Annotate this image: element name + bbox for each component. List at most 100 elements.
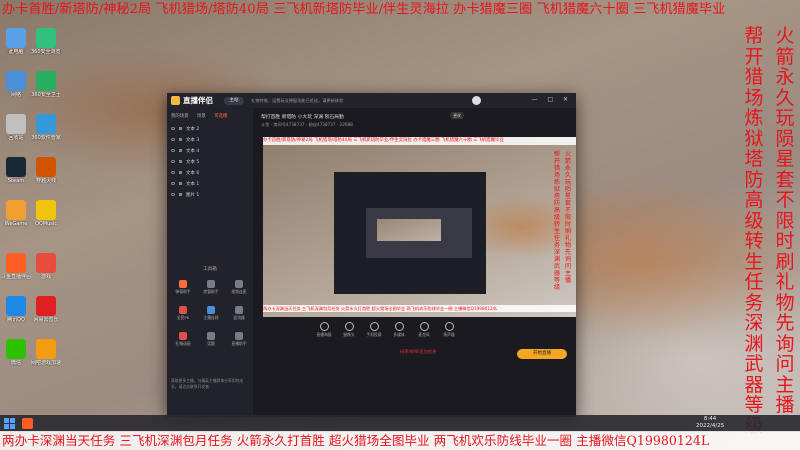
toolbox-tool[interactable]: 全民PK xyxy=(172,306,194,321)
desktop-icon-label: 斗鱼直播伴侣 xyxy=(1,274,31,280)
tool-label: 视频连麦 xyxy=(231,289,247,294)
update-notice: 礼物特效、设置玩法弹窗功能已优化，请更新体验 xyxy=(251,98,344,103)
desktop-icon-label: 微信 xyxy=(10,360,21,366)
live-control[interactable]: 扬声器 xyxy=(438,322,460,338)
edit-room-button[interactable]: 更改 xyxy=(450,112,464,119)
app-logo-icon xyxy=(171,96,180,105)
stream-status: 码率/帧率/丢包信息 xyxy=(400,349,437,354)
user-avatar[interactable] xyxy=(472,96,481,105)
eye-icon[interactable] xyxy=(171,193,175,196)
desktop-icon-label: 回收站 xyxy=(8,135,24,141)
app-icon xyxy=(6,157,26,177)
scene-row[interactable]: 文本 6 xyxy=(167,168,253,179)
start-live-button[interactable]: 开始直播 xyxy=(517,349,567,359)
desktop-icon[interactable]: 360安全卫士 xyxy=(31,71,61,98)
tool-label: 直播助手 xyxy=(231,341,247,346)
desktop-icon[interactable]: 斗鱼直播伴侣 xyxy=(1,253,31,280)
app-titlebar[interactable]: 直播伴侣 主站 礼物特效、设置玩法弹窗功能已优化，请更新体验 — □ ✕ xyxy=(167,93,576,108)
live-control[interactable]: 直播海报 xyxy=(313,322,335,338)
scene-label: 文本 3 xyxy=(186,138,200,143)
desktop-icon[interactable]: WeGame xyxy=(1,200,31,227)
scene-row[interactable]: 文本 5 xyxy=(167,157,253,168)
eye-icon[interactable] xyxy=(171,182,175,185)
tab-my-scenes[interactable]: 我的场景 xyxy=(171,114,189,119)
tool-icon xyxy=(235,306,243,314)
window-controls[interactable]: — □ ✕ xyxy=(531,96,572,103)
app-icon xyxy=(6,28,26,48)
desktop-icon[interactable]: 游戏 xyxy=(31,253,61,280)
scene-row[interactable]: 文本 2 xyxy=(167,124,253,135)
desktop-icon-label: 此电脑 xyxy=(8,49,24,55)
toolbox-tool[interactable]: 弹幕助手 xyxy=(172,280,194,295)
tray-clock[interactable]: 8:44 2022/4/25 xyxy=(696,416,724,430)
scene-label: 文本 6 xyxy=(186,171,200,176)
top-overlay-text: 办卡首胜/新塔防/神秘2局 飞机猎场/塔防40局 三飞机新塔防毕业/伴生灵海拉 … xyxy=(2,2,726,17)
clock-date: 2022/4/25 xyxy=(696,423,725,429)
eye-icon[interactable] xyxy=(171,149,175,152)
live-control[interactable]: 手机投屏 xyxy=(363,322,385,338)
lock-icon[interactable] xyxy=(179,193,182,196)
toolbox-tool[interactable]: 话题 xyxy=(200,332,222,347)
desktop-icon[interactable]: 微信 xyxy=(1,339,31,366)
scene-row[interactable]: 图片 1 xyxy=(167,190,253,201)
desktop-icon[interactable]: 穿越火线 xyxy=(31,157,61,184)
toolbox-tool[interactable]: 直播助手 xyxy=(228,332,250,347)
app-icon xyxy=(36,114,56,134)
clock-time: 8:44 xyxy=(703,416,717,422)
toolbox-tool[interactable]: 房管助手 xyxy=(200,280,222,295)
desktop-icon-label: 游戏 xyxy=(40,274,51,280)
app-icon xyxy=(6,71,26,91)
lock-icon[interactable] xyxy=(179,127,182,130)
control-label: 直播海报 xyxy=(316,332,332,337)
desktop-icon[interactable]: 网吧游戏加速 xyxy=(31,339,61,366)
app-icon xyxy=(6,200,26,220)
toolbox-tool[interactable]: 礼物动画 xyxy=(172,332,194,347)
live-control[interactable]: 摄像头 xyxy=(338,322,360,338)
toolbox-tool[interactable]: 视频连麦 xyxy=(228,280,250,295)
app-icon xyxy=(36,339,56,359)
eye-icon[interactable] xyxy=(171,171,175,174)
tab-optional[interactable]: 可选模 xyxy=(214,114,227,119)
scene-label: 文本 1 xyxy=(186,182,200,187)
live-control[interactable]: 多媒体 xyxy=(388,322,410,338)
preview-right-overlay-1: 帮开猎场炼狱 塔防高级 转生任务 深渊武器等级 xyxy=(553,151,561,291)
platform-pill[interactable]: 主站 xyxy=(224,97,244,105)
eye-icon[interactable] xyxy=(171,127,175,130)
tool-icon xyxy=(207,280,215,288)
taskbar-app-icon[interactable] xyxy=(22,418,33,429)
desktop-icon[interactable]: 网易云音乐 xyxy=(31,296,61,323)
toolbox-tool[interactable]: 主播连线 xyxy=(200,306,222,321)
toolbox-title: 工具箱 xyxy=(203,267,217,272)
eye-icon[interactable] xyxy=(171,138,175,141)
lock-icon[interactable] xyxy=(179,160,182,163)
scene-tabs[interactable]: 我的场景 场景 可选模 xyxy=(171,113,234,119)
desktop-icon[interactable]: 360安全浏览器 xyxy=(31,28,61,55)
eye-icon[interactable] xyxy=(171,160,175,163)
app-icon xyxy=(36,200,56,220)
desktop-icon[interactable]: 此电脑 xyxy=(1,28,31,55)
desktop-icon[interactable]: 腾讯QQ xyxy=(1,296,31,323)
app-name: 直播伴侣 xyxy=(183,96,213,105)
tool-icon xyxy=(235,280,243,288)
desktop-icon[interactable]: Steam xyxy=(1,157,31,184)
scene-row[interactable]: 文本 4 xyxy=(167,146,253,157)
room-title[interactable]: 帮打首胜 新塔防 小大玩 深渊 陨石局勤 xyxy=(261,113,344,120)
scene-row[interactable]: 文本 3 xyxy=(167,135,253,146)
lock-icon[interactable] xyxy=(179,138,182,141)
desktop-icon[interactable]: 回收站 xyxy=(1,114,31,141)
desktop-icon[interactable]: QQMusic xyxy=(31,200,61,227)
scene-row[interactable]: 文本 1 xyxy=(167,179,253,190)
desktop-icon-label: 网易云音乐 xyxy=(33,317,59,323)
lock-icon[interactable] xyxy=(179,171,182,174)
desktop-icon[interactable]: 网络 xyxy=(1,71,31,98)
tab-scenes[interactable]: 场景 xyxy=(197,114,206,119)
toolbox-tool[interactable]: 混流器 xyxy=(228,306,250,321)
live-control[interactable]: 麦克风 xyxy=(413,322,435,338)
nested-preview-window-3 xyxy=(377,219,441,241)
desktop-icon[interactable]: 360软件管家 xyxy=(31,114,61,141)
lock-icon[interactable] xyxy=(179,182,182,185)
control-icon xyxy=(444,322,454,331)
windows-start-icon[interactable] xyxy=(4,418,15,429)
desktop-icon-label: 腾讯QQ xyxy=(7,317,25,323)
lock-icon[interactable] xyxy=(179,149,182,152)
